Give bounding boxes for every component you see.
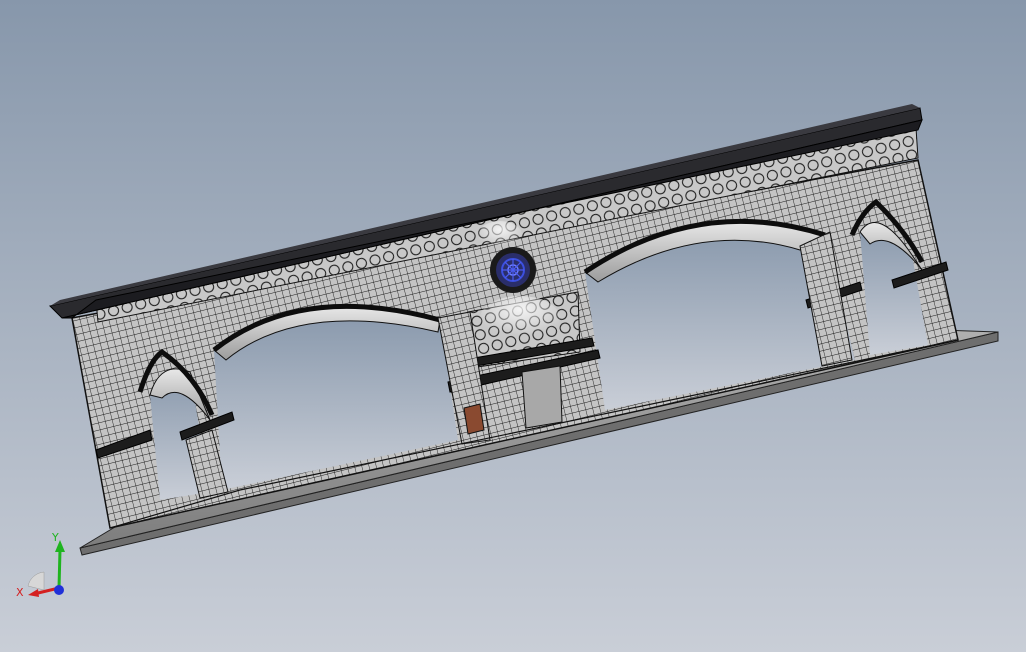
triad-z-sector <box>27 571 45 591</box>
view-orientation-triad[interactable]: Y X <box>14 532 74 602</box>
triad-x-label: X <box>16 586 24 599</box>
graphics-viewport[interactable]: Y X <box>0 0 1026 652</box>
rosette-emblem <box>490 247 536 293</box>
arch-gate-model[interactable] <box>0 0 1026 652</box>
triad-x-arrow <box>28 589 39 597</box>
triad-y-axis <box>57 549 62 589</box>
triad-z-dot <box>54 585 64 595</box>
triad-y-label: Y <box>51 532 59 544</box>
